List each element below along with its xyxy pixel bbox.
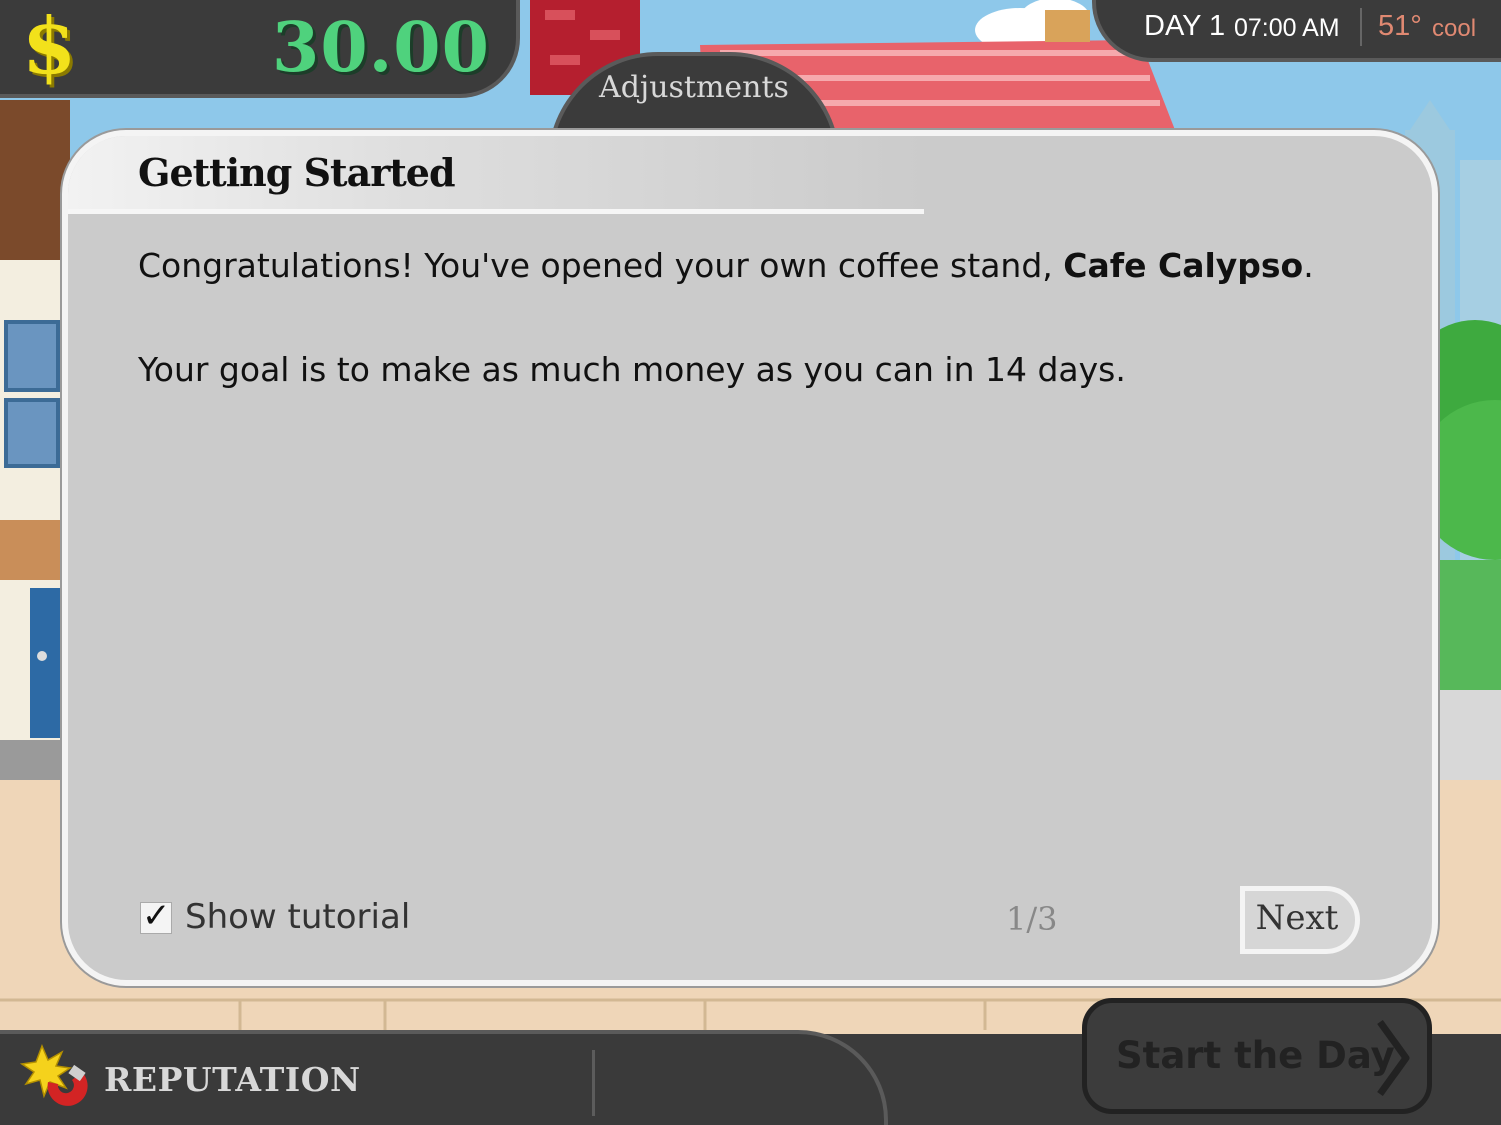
dollar-sign-icon: $ xyxy=(22,1,77,92)
message-punctuation: . xyxy=(1303,246,1314,285)
money-value: 30.00 xyxy=(272,8,490,88)
reputation-magnet-icon xyxy=(20,1044,88,1106)
adjustments-tab-label[interactable]: Adjustments xyxy=(548,70,840,105)
reputation-divider xyxy=(592,1050,595,1116)
start-the-day-label[interactable]: Start the Day xyxy=(1116,1034,1395,1077)
dialog-title: Getting Started xyxy=(138,150,456,195)
dialog-message-line-2: Your goal is to make as much money as yo… xyxy=(138,350,1126,389)
chevron-right-icon[interactable] xyxy=(1372,1018,1412,1098)
reputation-label: REPUTATION xyxy=(104,1060,361,1099)
check-mark-icon[interactable]: ✓ xyxy=(142,896,171,936)
page-counter: 1/3 xyxy=(1006,900,1058,938)
temperature-label: 51° xyxy=(1378,10,1422,42)
message-text: Congratulations! You've opened your own … xyxy=(138,246,1064,285)
show-tutorial-label[interactable]: Show tutorial xyxy=(185,897,410,937)
next-button-label[interactable]: Next xyxy=(1240,898,1354,938)
weather-label: cool xyxy=(1432,15,1477,42)
dialog-message-line-1: Congratulations! You've opened your own … xyxy=(138,246,1314,285)
dialog-header-divider xyxy=(68,209,924,214)
time-label: 07:00 AM xyxy=(1234,14,1340,42)
status-divider xyxy=(1360,8,1362,46)
cafe-name: Cafe Calypso xyxy=(1063,246,1304,285)
day-label: DAY 1 xyxy=(1144,10,1226,42)
